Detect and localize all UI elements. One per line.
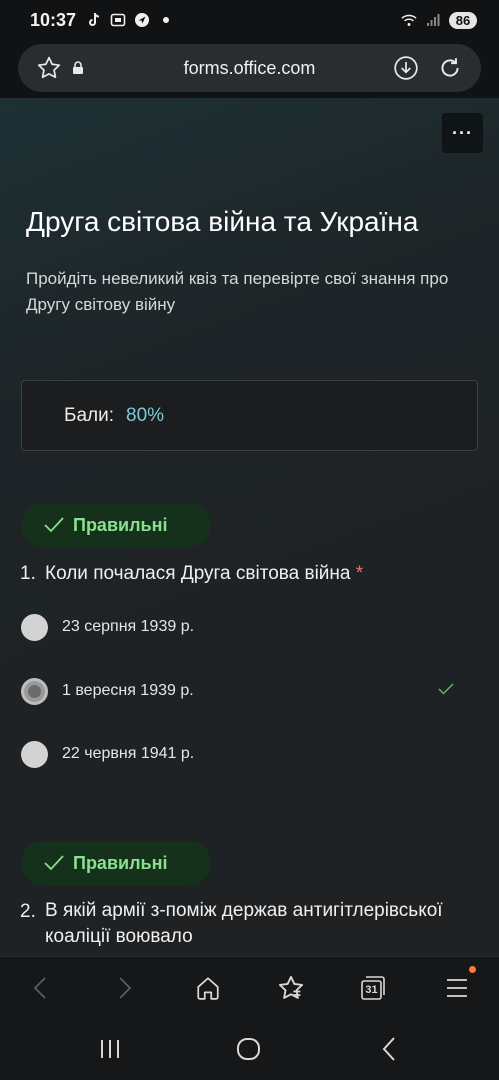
- status-bar: 10:37 86: [0, 0, 499, 40]
- score-label: Бали:: [64, 404, 115, 426]
- back-icon[interactable]: [25, 973, 55, 1003]
- tiktok-icon: [86, 12, 102, 28]
- star-icon[interactable]: [36, 55, 62, 81]
- answer-option[interactable]: 23 серпня 1939 р.: [21, 612, 481, 642]
- correct-check-icon: [438, 682, 454, 701]
- lock-icon: [72, 61, 84, 75]
- option-label: 1 вересня 1939 р.: [62, 682, 194, 699]
- badge-label: Правильні: [73, 852, 168, 873]
- option-label: 23 серпня 1939 р.: [62, 618, 195, 635]
- recent-apps-icon[interactable]: [95, 1035, 125, 1063]
- browser-toolbar: forms.office.com: [0, 40, 499, 98]
- tabs-icon[interactable]: 31: [358, 973, 388, 1003]
- question-number: 2.: [20, 901, 36, 922]
- question-text: В якій армії з-поміж держав антигітлерів…: [45, 900, 443, 947]
- dot-icon: [158, 12, 174, 28]
- system-nav-bar: [0, 1018, 499, 1080]
- check-icon: [44, 855, 64, 871]
- question-title: Коли почалася Друга світова війна: [45, 563, 351, 584]
- question-number: 1.: [20, 563, 36, 584]
- screenshot-icon: [110, 12, 126, 28]
- score-value: 80%: [126, 404, 165, 426]
- question-text: Коли почалася Друга світова війна *: [45, 561, 485, 587]
- menu-icon[interactable]: [442, 973, 472, 1003]
- radio-button[interactable]: [21, 613, 48, 641]
- wifi-icon: [401, 12, 417, 28]
- status-notification-icons: [86, 12, 174, 28]
- answer-option[interactable]: 22 червня 1941 р.: [21, 739, 481, 769]
- location-arrow-icon: [134, 12, 150, 28]
- form-page: ··· Друга світова війна та Україна Пройд…: [0, 98, 499, 956]
- correct-badge: Правильні: [21, 841, 211, 885]
- required-mark: *: [355, 563, 364, 584]
- option-label: 22 червня 1941 р.: [62, 745, 195, 762]
- status-time: 10:37: [30, 9, 77, 30]
- radio-button[interactable]: [21, 740, 48, 768]
- browser-bottom-nav: 31: [0, 956, 499, 1018]
- status-system-icons: 86: [401, 11, 477, 29]
- battery-indicator: 86: [449, 11, 477, 29]
- form-description: Пройдіть невеликий квіз та перевірте сво…: [26, 269, 449, 314]
- score-panel: Бали: 80%: [21, 380, 478, 451]
- reload-icon[interactable]: [437, 55, 463, 81]
- forward-icon[interactable]: [110, 973, 140, 1003]
- correct-badge: Правильні: [21, 503, 211, 547]
- form-title: Друга світова війна та Україна: [26, 206, 419, 237]
- signal-icon: [425, 12, 441, 28]
- badge-label: Правильні: [73, 514, 168, 535]
- address-bar[interactable]: forms.office.com: [18, 44, 481, 92]
- home-icon[interactable]: [193, 973, 223, 1003]
- home-circle-icon[interactable]: [234, 1035, 264, 1063]
- notification-dot: [469, 966, 476, 973]
- back-chevron-icon[interactable]: [374, 1035, 404, 1063]
- radio-button-selected[interactable]: [21, 677, 48, 705]
- check-icon: [44, 517, 64, 533]
- bookmarks-icon[interactable]: [276, 973, 306, 1003]
- more-options-button[interactable]: ···: [442, 113, 483, 153]
- download-icon[interactable]: [393, 55, 419, 81]
- tab-count: 31: [365, 984, 378, 996]
- answer-option-selected[interactable]: 1 вересня 1939 р.: [21, 676, 481, 706]
